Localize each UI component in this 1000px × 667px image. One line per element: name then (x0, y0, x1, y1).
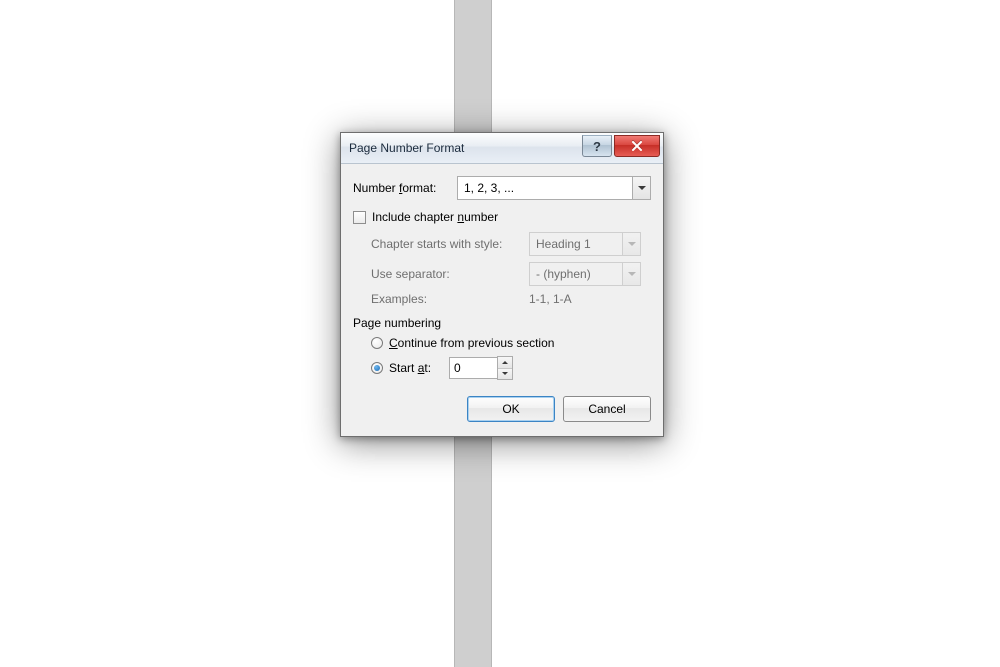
page-number-format-dialog: Page Number Format ? Number format: 1, 2… (340, 132, 664, 437)
page-numbering-group-label: Page numbering (353, 316, 651, 330)
chapter-style-label: Chapter starts with style: (371, 237, 529, 251)
start-at-label: Start at: (389, 361, 443, 375)
help-button[interactable]: ? (582, 135, 612, 157)
number-format-label: Number format: (353, 181, 457, 195)
start-at-radio[interactable] (371, 362, 383, 374)
start-at-spinner[interactable]: 0 (449, 356, 513, 380)
cancel-button[interactable]: Cancel (563, 396, 651, 422)
number-format-combo[interactable]: 1, 2, 3, ... (457, 176, 651, 200)
chevron-up-icon (502, 361, 508, 364)
separator-label: Use separator: (371, 267, 529, 281)
ok-label: OK (502, 402, 519, 416)
chapter-style-dropdown-button (622, 233, 640, 255)
spinner-up-button[interactable] (498, 357, 512, 368)
dialog-title: Page Number Format (349, 141, 464, 155)
close-icon (631, 141, 643, 151)
continue-radio[interactable] (371, 337, 383, 349)
separator-value: - (hyphen) (530, 267, 622, 281)
number-format-value: 1, 2, 3, ... (458, 181, 632, 195)
include-chapter-label: Include chapter number (372, 210, 498, 224)
chevron-down-icon (638, 186, 646, 190)
separator-dropdown-button (622, 263, 640, 285)
continue-label: Continue from previous section (389, 336, 554, 350)
chapter-style-combo: Heading 1 (529, 232, 641, 256)
chevron-down-icon (628, 272, 636, 276)
close-button[interactable] (614, 135, 660, 157)
start-at-value[interactable]: 0 (449, 357, 497, 379)
number-format-dropdown-button[interactable] (632, 177, 650, 199)
chevron-down-icon (502, 372, 508, 375)
include-chapter-checkbox[interactable] (353, 211, 366, 224)
ok-button[interactable]: OK (467, 396, 555, 422)
chapter-style-value: Heading 1 (530, 237, 622, 251)
examples-label: Examples: (371, 292, 529, 306)
separator-combo: - (hyphen) (529, 262, 641, 286)
radio-selected-dot (374, 365, 380, 371)
cancel-label: Cancel (588, 402, 625, 416)
examples-value: 1-1, 1-A (529, 292, 572, 306)
help-icon: ? (593, 140, 601, 153)
title-bar[interactable]: Page Number Format ? (341, 133, 663, 164)
spinner-down-button[interactable] (498, 368, 512, 380)
chevron-down-icon (628, 242, 636, 246)
